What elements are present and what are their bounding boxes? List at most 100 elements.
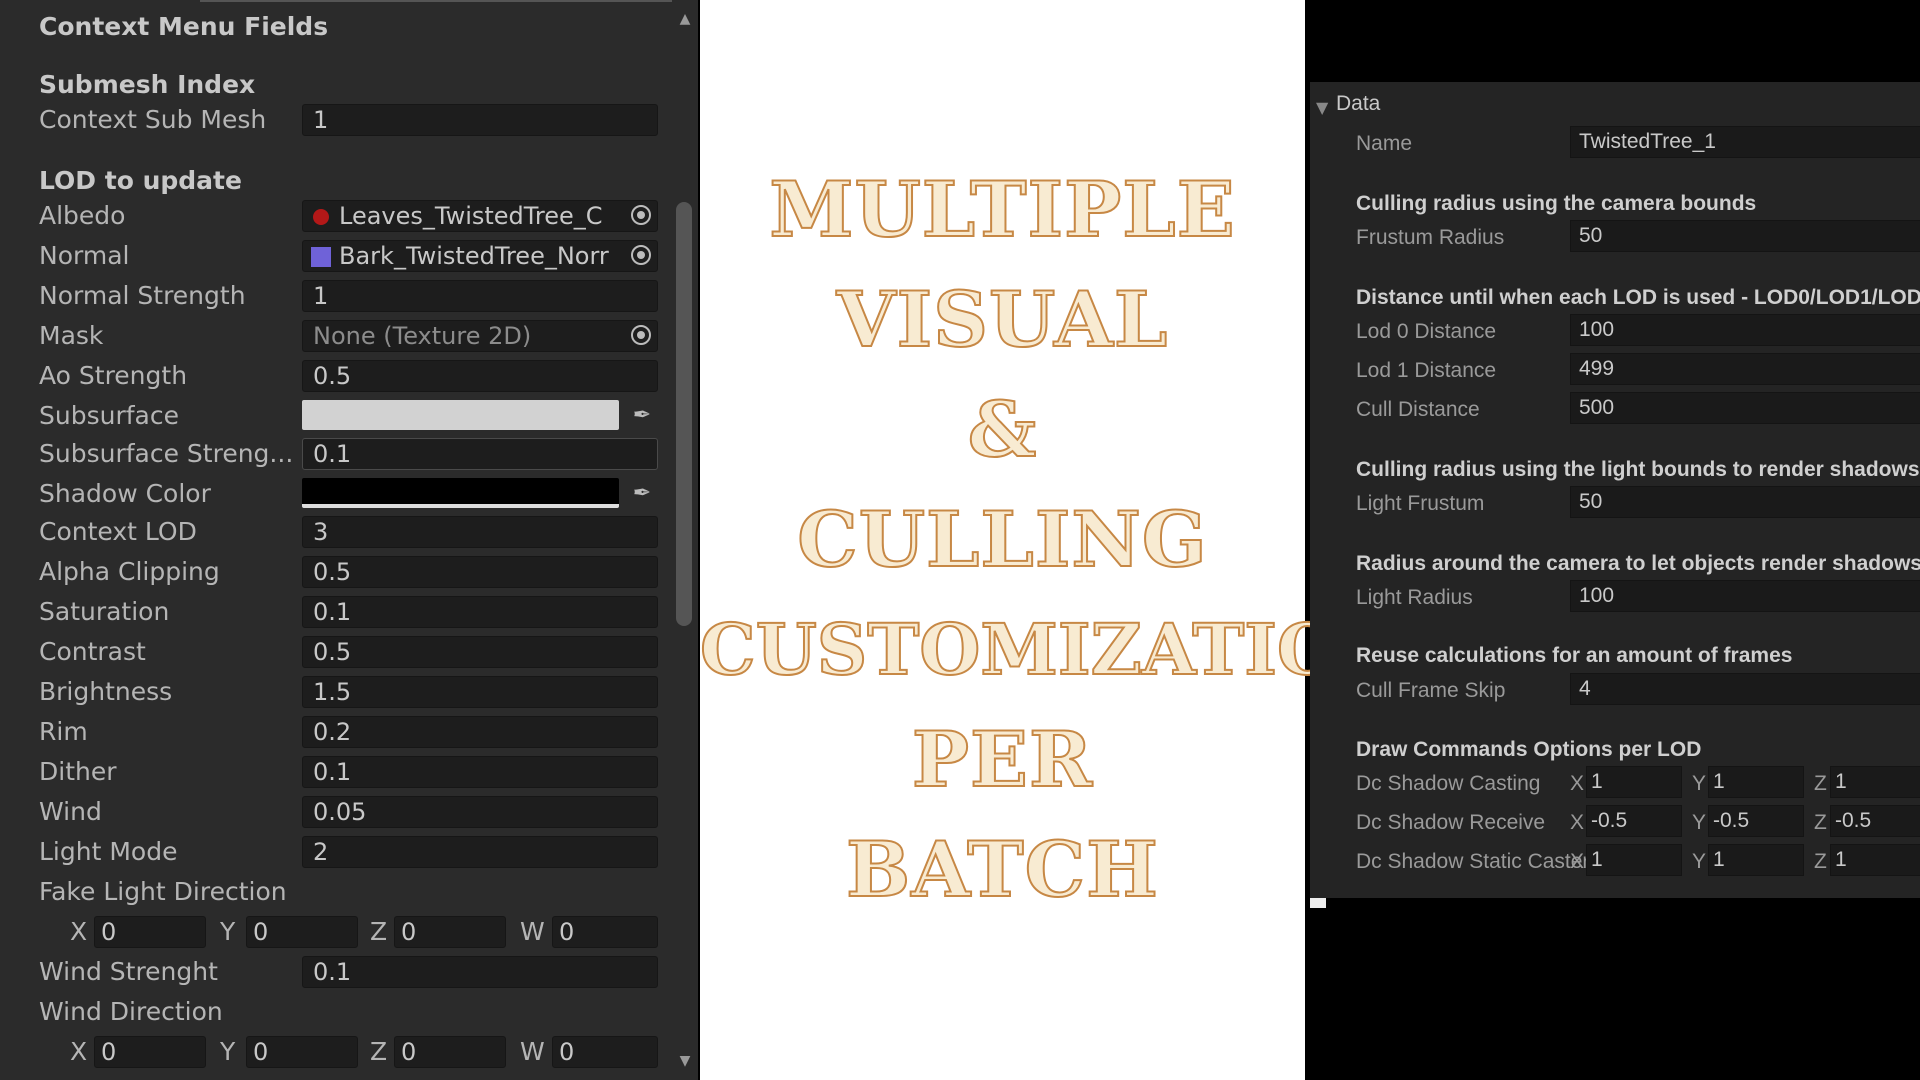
- dc-shadow-receive-label: Dc Shadow Receive: [1356, 811, 1546, 834]
- shadow-color-row: Shadow Color ✒: [0, 474, 670, 514]
- draw-commands-header: Draw Commands Options per LOD: [1356, 738, 1702, 761]
- ao-strength-field[interactable]: 0.5: [302, 360, 658, 392]
- dc-shadow-receive-x-field[interactable]: -0.5: [1586, 805, 1682, 837]
- brightness-row: Brightness 1.5: [0, 672, 670, 712]
- axis-y-label: Y: [1692, 850, 1707, 873]
- dc-shadow-casting-y-field[interactable]: 1: [1708, 766, 1804, 798]
- context-sub-mesh-label: Context Sub Mesh: [39, 105, 267, 134]
- wind-direction-w-field[interactable]: 0: [552, 1036, 658, 1068]
- object-picker-icon[interactable]: [631, 205, 651, 225]
- title-line-6: PER: [911, 714, 1094, 805]
- brightness-field[interactable]: 1.5: [302, 676, 658, 708]
- fake-light-z-field[interactable]: 0: [394, 916, 506, 948]
- contrast-row: Contrast 0.5: [0, 632, 670, 672]
- mask-field[interactable]: None (Texture 2D): [302, 320, 658, 352]
- eyedropper-icon[interactable]: ✒: [628, 402, 656, 430]
- albedo-field[interactable]: Leaves_TwistedTree_C: [302, 200, 658, 232]
- mask-value: None (Texture 2D): [313, 322, 532, 350]
- saturation-row: Saturation 0.1: [0, 592, 670, 632]
- wind-direction-y-field[interactable]: 0: [246, 1036, 358, 1068]
- wind-row: Wind 0.05: [0, 792, 670, 832]
- title-line-3: &: [967, 384, 1038, 475]
- section-title: Context Menu Fields: [39, 12, 329, 41]
- normal-strength-field[interactable]: 1: [302, 280, 658, 312]
- wind-direction-x-field[interactable]: 0: [94, 1036, 206, 1068]
- context-lod-label: Context LOD: [39, 517, 197, 546]
- eyedropper-icon[interactable]: ✒: [628, 480, 656, 508]
- mask-label: Mask: [39, 321, 104, 350]
- saturation-field[interactable]: 0.1: [302, 596, 658, 628]
- light-frustum-label: Light Frustum: [1356, 492, 1485, 515]
- normal-strength-row: Normal Strength 1: [0, 276, 670, 316]
- lod1-distance-field[interactable]: 499: [1570, 353, 1920, 385]
- context-lod-field[interactable]: 3: [302, 516, 658, 548]
- dc-shadow-static-caster-z-field[interactable]: 1: [1830, 844, 1920, 876]
- axis-z-label: Z: [370, 917, 388, 946]
- subsurface-color-field[interactable]: [302, 400, 619, 430]
- albedo-value: Leaves_TwistedTree_C: [339, 202, 603, 230]
- shadow-color-field[interactable]: [302, 478, 619, 508]
- wind-strenght-field[interactable]: 0.1: [302, 956, 658, 988]
- fake-light-direction-label: Fake Light Direction: [39, 877, 287, 906]
- dc-shadow-static-caster-label: Dc Shadow Static Caster: [1356, 850, 1590, 873]
- name-field[interactable]: TwistedTree_1: [1570, 126, 1920, 158]
- context-sub-mesh-field[interactable]: 1: [302, 104, 658, 136]
- lod-header: LOD to update: [39, 166, 242, 195]
- foldout-arrow-icon[interactable]: ▼: [1316, 98, 1328, 117]
- subsurface-strength-field[interactable]: 0.1: [302, 438, 658, 470]
- frustum-radius-label: Frustum Radius: [1356, 226, 1505, 249]
- ao-strength-label: Ao Strength: [39, 361, 188, 390]
- dc-shadow-receive-z-field[interactable]: -0.5: [1830, 805, 1920, 837]
- rim-field[interactable]: 0.2: [302, 716, 658, 748]
- shadow-color-label: Shadow Color: [39, 479, 211, 508]
- normal-strength-label: Normal Strength: [39, 281, 246, 310]
- axis-w-label: W: [520, 1037, 545, 1066]
- axis-y-label: Y: [1692, 772, 1707, 795]
- light-frustum-field[interactable]: 50: [1570, 486, 1920, 518]
- scroll-down-arrow-icon[interactable]: ▼: [676, 1054, 694, 1068]
- name-label: Name: [1356, 132, 1413, 155]
- fake-light-y-field[interactable]: 0: [246, 916, 358, 948]
- cull-frame-skip-field[interactable]: 4: [1570, 673, 1920, 705]
- axis-z-label: Z: [1814, 850, 1827, 873]
- axis-x-label: X: [1570, 811, 1585, 834]
- data-foldout-header[interactable]: Data: [1336, 92, 1380, 116]
- dc-shadow-casting-x-field[interactable]: 1: [1586, 766, 1682, 798]
- brightness-label: Brightness: [39, 677, 173, 706]
- light-radius-field[interactable]: 100: [1570, 580, 1920, 612]
- scrollbar-thumb[interactable]: [676, 202, 692, 626]
- albedo-row: Albedo Leaves_TwistedTree_C: [0, 196, 670, 236]
- object-picker-icon[interactable]: [631, 325, 651, 345]
- frustum-radius-field[interactable]: 50: [1570, 220, 1920, 252]
- axis-z-label: Z: [1814, 772, 1827, 795]
- fake-light-x-field[interactable]: 0: [94, 916, 206, 948]
- dc-shadow-static-caster-y-field[interactable]: 1: [1708, 844, 1804, 876]
- left-inspector-panel: Context Menu Fields Submesh Index Contex…: [0, 0, 698, 1080]
- scroll-up-arrow-icon[interactable]: ▲: [676, 12, 694, 26]
- right-inspector-area: ▼ Data Name TwistedTree_1 Culling radius…: [1310, 0, 1920, 1080]
- vertical-scrollbar[interactable]: ▲ ▼: [672, 0, 698, 1080]
- light-mode-field[interactable]: 2: [302, 836, 658, 868]
- fake-light-w-field[interactable]: 0: [552, 916, 658, 948]
- dc-shadow-receive-y-field[interactable]: -0.5: [1708, 805, 1804, 837]
- normal-field[interactable]: Bark_TwistedTree_Norr: [302, 240, 658, 272]
- normal-row: Normal Bark_TwistedTree_Norr: [0, 236, 670, 276]
- dc-shadow-casting-label: Dc Shadow Casting: [1356, 772, 1541, 795]
- wind-field[interactable]: 0.05: [302, 796, 658, 828]
- dither-row: Dither 0.1: [0, 752, 670, 792]
- radius-camera-header: Radius around the camera to let objects …: [1356, 552, 1920, 575]
- object-picker-icon[interactable]: [631, 245, 651, 265]
- cull-frame-skip-label: Cull Frame Skip: [1356, 679, 1506, 702]
- lod0-distance-field[interactable]: 100: [1570, 314, 1920, 346]
- dither-field[interactable]: 0.1: [302, 756, 658, 788]
- context-sub-mesh-row: Context Sub Mesh 1: [0, 100, 670, 140]
- wind-direction-z-field[interactable]: 0: [394, 1036, 506, 1068]
- cull-distance-field[interactable]: 500: [1570, 392, 1920, 424]
- dc-shadow-casting-z-field[interactable]: 1: [1830, 766, 1920, 798]
- panel-top-divider: [200, 0, 680, 2]
- dc-shadow-static-caster-x-field[interactable]: 1: [1586, 844, 1682, 876]
- contrast-field[interactable]: 0.5: [302, 636, 658, 668]
- albedo-texture-swatch: [313, 209, 329, 225]
- alpha-clipping-field[interactable]: 0.5: [302, 556, 658, 588]
- wind-direction-row: Wind Direction: [0, 992, 670, 1032]
